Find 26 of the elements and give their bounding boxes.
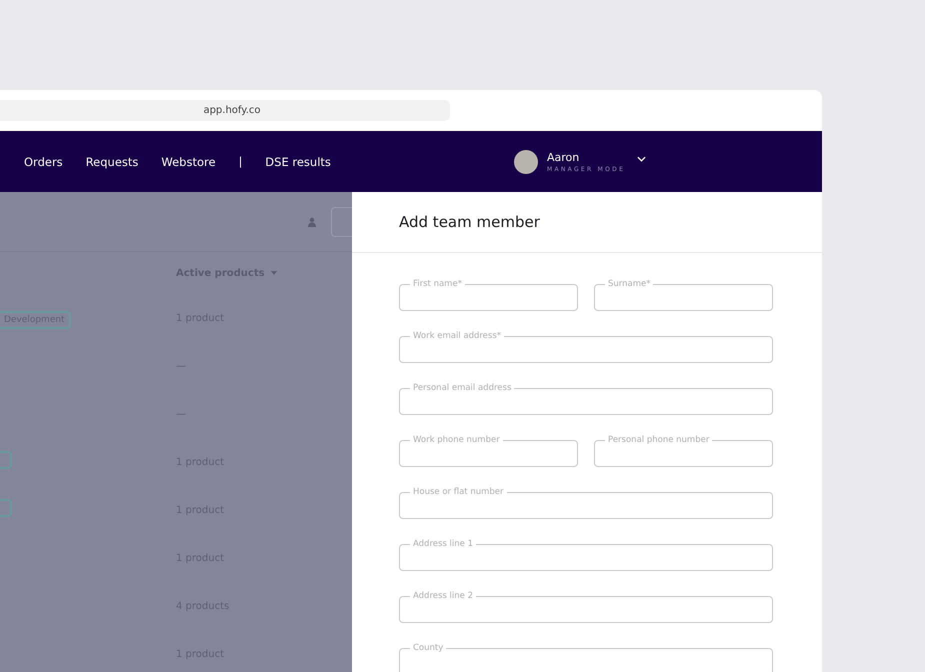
chevron-down-icon[interactable]	[637, 156, 646, 162]
person-icon[interactable]	[307, 216, 317, 226]
text-field[interactable]: Personal phone number	[594, 435, 773, 467]
nav-link[interactable]: DSE results	[265, 154, 331, 168]
text-field[interactable]: County	[399, 643, 773, 672]
tag-outline	[0, 451, 12, 469]
text-field[interactable]: Surname*	[594, 279, 773, 311]
table-cell: —	[176, 360, 186, 372]
address-bar[interactable]: app.hofy.co	[0, 100, 450, 121]
text-field[interactable]: Address line 2	[399, 591, 773, 623]
panel-title: Add team member	[399, 213, 540, 231]
tag-outline	[0, 499, 12, 517]
nav-link[interactable]: Orders	[24, 154, 63, 168]
text-field[interactable]: Address line 1	[399, 539, 773, 571]
sort-caret-icon[interactable]	[270, 271, 277, 275]
text-field[interactable]: Personal email address	[399, 383, 773, 415]
nav-link[interactable]: Webstore	[161, 154, 216, 168]
text-field[interactable]: First name*	[399, 279, 578, 311]
text-field[interactable]: Work phone number	[399, 435, 578, 467]
table-cell: —	[176, 408, 186, 420]
separator: |	[238, 155, 242, 168]
text-field[interactable]: Work email address*	[399, 331, 773, 363]
user-name: Aaron	[547, 150, 580, 164]
text-field[interactable]: House or flat number	[399, 487, 773, 519]
nav-link[interactable]: Requests	[86, 154, 138, 168]
avatar	[514, 150, 538, 174]
